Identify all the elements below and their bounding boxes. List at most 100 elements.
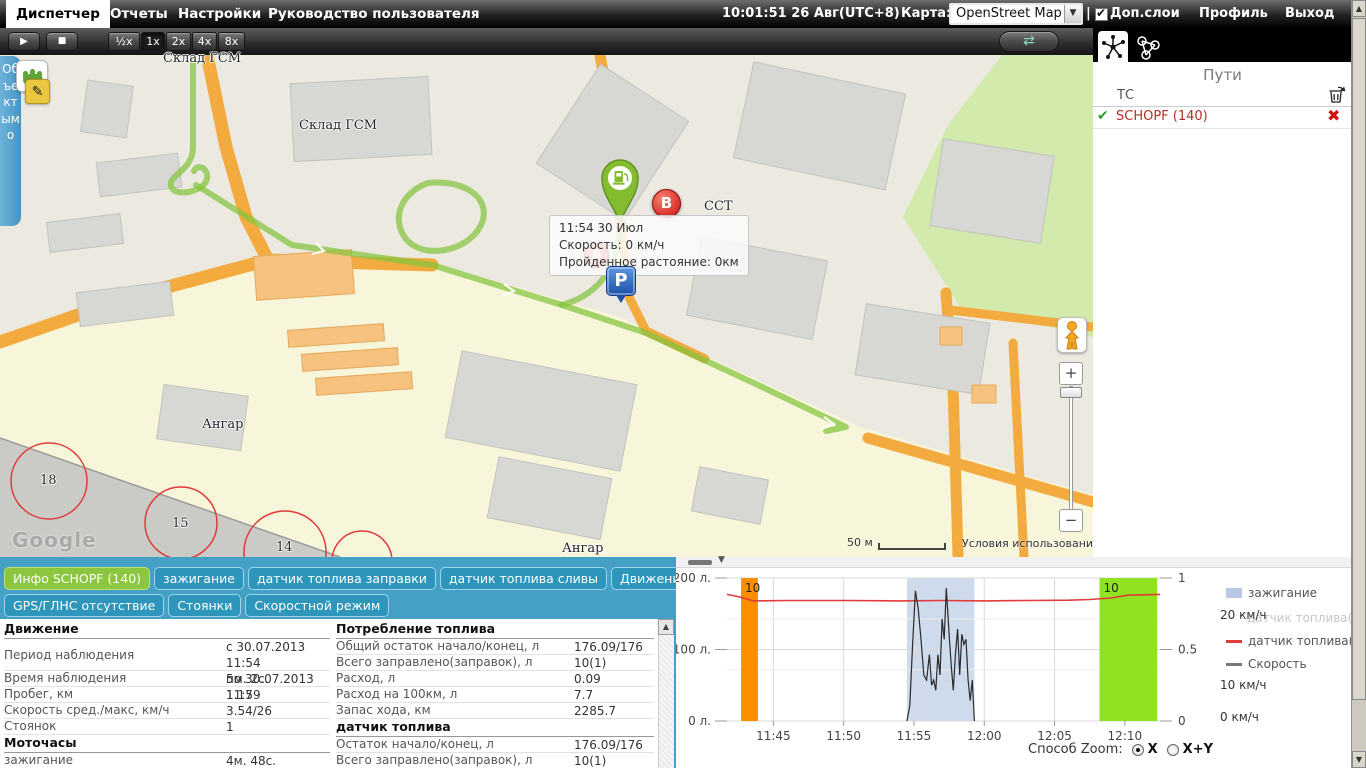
stop-icon: ■ bbox=[58, 36, 67, 46]
menu-tab-reports[interactable]: Отчеты bbox=[100, 0, 178, 28]
tab-info-vehicle[interactable]: Инфо SCHOPF (140) bbox=[4, 567, 150, 590]
map-place-label: Склад ГСМ bbox=[299, 118, 377, 133]
section-title: Моточасы bbox=[4, 735, 330, 753]
stats-scrollbar[interactable]: ▲ bbox=[658, 619, 674, 768]
sidebar-tab-graph[interactable] bbox=[1130, 31, 1164, 62]
swap-view-button[interactable]: ⇄ bbox=[999, 31, 1059, 52]
menu-tab-settings[interactable]: Настройки bbox=[168, 0, 271, 28]
vehicle-route-item[interactable]: SCHOPF (140) bbox=[1116, 109, 1208, 124]
info-tab-row-2: GPS/ГЛНС отсутствие Стоянки Скоростной р… bbox=[4, 594, 389, 617]
route-nodes-icon bbox=[1098, 31, 1128, 62]
stat-row: зажигание4м. 48с. bbox=[4, 753, 330, 768]
stat-row: Время наблюдения5м. 2с. bbox=[4, 671, 330, 687]
svg-text:11:45: 11:45 bbox=[756, 729, 791, 743]
vehicle-visible-check-icon[interactable]: ✔ bbox=[1097, 108, 1109, 124]
scroll-up-icon[interactable]: ▲ bbox=[1352, 0, 1366, 17]
parking-marker[interactable]: P bbox=[606, 266, 636, 296]
tooltip-distance: Пройденное растояние: 0км bbox=[559, 254, 739, 271]
map-zoom-slider-handle[interactable] bbox=[1060, 387, 1082, 398]
map-zoom-slider[interactable] bbox=[1069, 386, 1073, 510]
stats-column-movement: Движение Период наблюденияс 30.07.2013 1… bbox=[4, 621, 330, 768]
svg-text:11:50: 11:50 bbox=[826, 729, 861, 743]
section-title: Потребление топлива bbox=[336, 621, 654, 639]
zone-number: 14 bbox=[276, 540, 293, 555]
speed-axis-tick: 0 км/ч bbox=[1220, 710, 1259, 724]
tooltip-speed: Скорость: 0 км/ч bbox=[559, 237, 739, 254]
speed-axis-tick: 10 км/ч bbox=[1220, 678, 1267, 692]
divider bbox=[1093, 128, 1352, 129]
layers-checkbox[interactable] bbox=[1095, 8, 1108, 21]
legend-item-speed[interactable]: Скорость bbox=[1226, 657, 1307, 671]
zoom-mode-label: Способ Zoom: bbox=[1028, 742, 1123, 757]
map-zoom-out-button[interactable]: − bbox=[1059, 509, 1083, 532]
svg-text:10: 10 bbox=[1104, 581, 1119, 595]
remove-route-icon[interactable]: ✖ bbox=[1327, 106, 1340, 125]
speed-4x-button[interactable]: 4x bbox=[192, 32, 217, 51]
speed-1x-button[interactable]: 1x bbox=[141, 32, 165, 51]
play-icon: ▶ bbox=[20, 36, 28, 47]
map-attribution-link[interactable]: Условия использования bbox=[962, 537, 1100, 550]
menu-tab-user-guide[interactable]: Руководство пользователя bbox=[258, 0, 490, 28]
zoom-xy-radio[interactable] bbox=[1167, 744, 1179, 756]
menu-separator: | bbox=[1086, 0, 1091, 28]
stat-row: Запас хода, км2285.7 bbox=[336, 703, 654, 719]
tab-fuel-drains[interactable]: датчик топлива сливы bbox=[440, 567, 607, 590]
speed-8x-button[interactable]: 8x bbox=[218, 32, 245, 51]
tab-fuel-refills[interactable]: датчик топлива заправки bbox=[248, 567, 436, 590]
info-tab-row-1: Инфо SCHOPF (140) зажигание датчик топли… bbox=[4, 567, 697, 590]
stat-row: Остаток начало/конец, л176.09/176 bbox=[336, 737, 654, 753]
scroll-down-icon[interactable]: ▼ bbox=[1352, 751, 1366, 768]
page-scrollbar[interactable]: ▲ ▼ bbox=[1351, 0, 1366, 768]
routes-panel-title: Пути bbox=[1093, 66, 1352, 84]
legend-item-ignition[interactable]: зажигание bbox=[1226, 586, 1317, 600]
streetview-pegman[interactable] bbox=[1057, 317, 1087, 353]
stop-button[interactable]: ■ bbox=[46, 32, 78, 51]
map-place-label: ССТ bbox=[704, 199, 733, 214]
map-select-label: Карта: bbox=[901, 0, 951, 28]
stat-row: Всего заправлено(заправок), л10(1) bbox=[336, 753, 654, 768]
trash-icon bbox=[1326, 84, 1346, 104]
vehicle-column-header: ТС bbox=[1117, 88, 1134, 103]
speed-half-button[interactable]: ½x bbox=[108, 32, 140, 51]
tab-speed-mode[interactable]: Скоростной режим bbox=[245, 594, 389, 617]
legend-swatch bbox=[1226, 588, 1242, 598]
svg-text:12:10: 12:10 bbox=[1108, 729, 1143, 743]
menu-logout[interactable]: Выход bbox=[1285, 0, 1334, 28]
layers-label[interactable]: Доп.слои bbox=[1110, 0, 1180, 28]
dispatcher-app: Диспетчер Отчеты Настройки Руководство п… bbox=[0, 0, 1366, 768]
scrollbar-thumb[interactable] bbox=[1352, 18, 1366, 700]
stat-row: Период наблюденияс 30.07.2013 11:54 по 3… bbox=[4, 639, 330, 671]
legend-swatch bbox=[1226, 663, 1242, 666]
route-end-marker-b[interactable]: В bbox=[652, 189, 681, 218]
map-place-label: Ангар bbox=[202, 417, 243, 432]
scroll-up-icon[interactable]: ▲ bbox=[658, 619, 674, 635]
map-provider-select[interactable]: OpenStreet Map ▼ bbox=[949, 3, 1083, 25]
tab-parkings[interactable]: Стоянки bbox=[168, 594, 241, 617]
zoom-x-label[interactable]: X bbox=[1148, 742, 1158, 757]
chevron-down-icon[interactable]: ▼ bbox=[1064, 5, 1081, 23]
menu-tab-dispatcher[interactable]: Диспетчер bbox=[6, 0, 110, 28]
map-zoom-in-button[interactable]: + bbox=[1059, 362, 1083, 385]
stat-row: Расход, л0.09 bbox=[336, 671, 654, 687]
legend-item-fuel-f[interactable]: датчик топлива(ф) bbox=[1226, 634, 1366, 648]
tab-ignition[interactable]: зажигание bbox=[154, 567, 244, 590]
stats-column-fuel: Потребление топлива Общий остаток начало… bbox=[336, 621, 654, 768]
zoom-xy-label[interactable]: X+Y bbox=[1183, 742, 1213, 757]
clear-all-routes-button[interactable] bbox=[1326, 84, 1346, 108]
stat-row: Всего заправлено(заправок), л10(1) bbox=[336, 655, 654, 671]
menu-profile[interactable]: Профиль bbox=[1199, 0, 1268, 28]
map-viewport[interactable] bbox=[0, 55, 1093, 557]
stat-row: Расход на 100км, л7.7 bbox=[336, 687, 654, 703]
divider bbox=[1093, 106, 1352, 107]
tab-gps-absence[interactable]: GPS/ГЛНС отсутствие bbox=[4, 594, 164, 617]
edit-tool-button[interactable]: ✎ bbox=[25, 79, 50, 104]
legend-swatch bbox=[1226, 640, 1242, 643]
speed-axis-tick: 20 км/ч bbox=[1220, 608, 1267, 622]
play-button[interactable]: ▶ bbox=[8, 32, 40, 51]
zone-number: 15 bbox=[172, 516, 189, 531]
section-title: датчик топлива bbox=[336, 719, 654, 737]
sidebar-tab-routes[interactable] bbox=[1098, 31, 1128, 62]
speed-2x-button[interactable]: 2x bbox=[166, 32, 191, 51]
zoom-x-radio[interactable] bbox=[1132, 744, 1144, 756]
svg-text:10: 10 bbox=[745, 581, 760, 595]
